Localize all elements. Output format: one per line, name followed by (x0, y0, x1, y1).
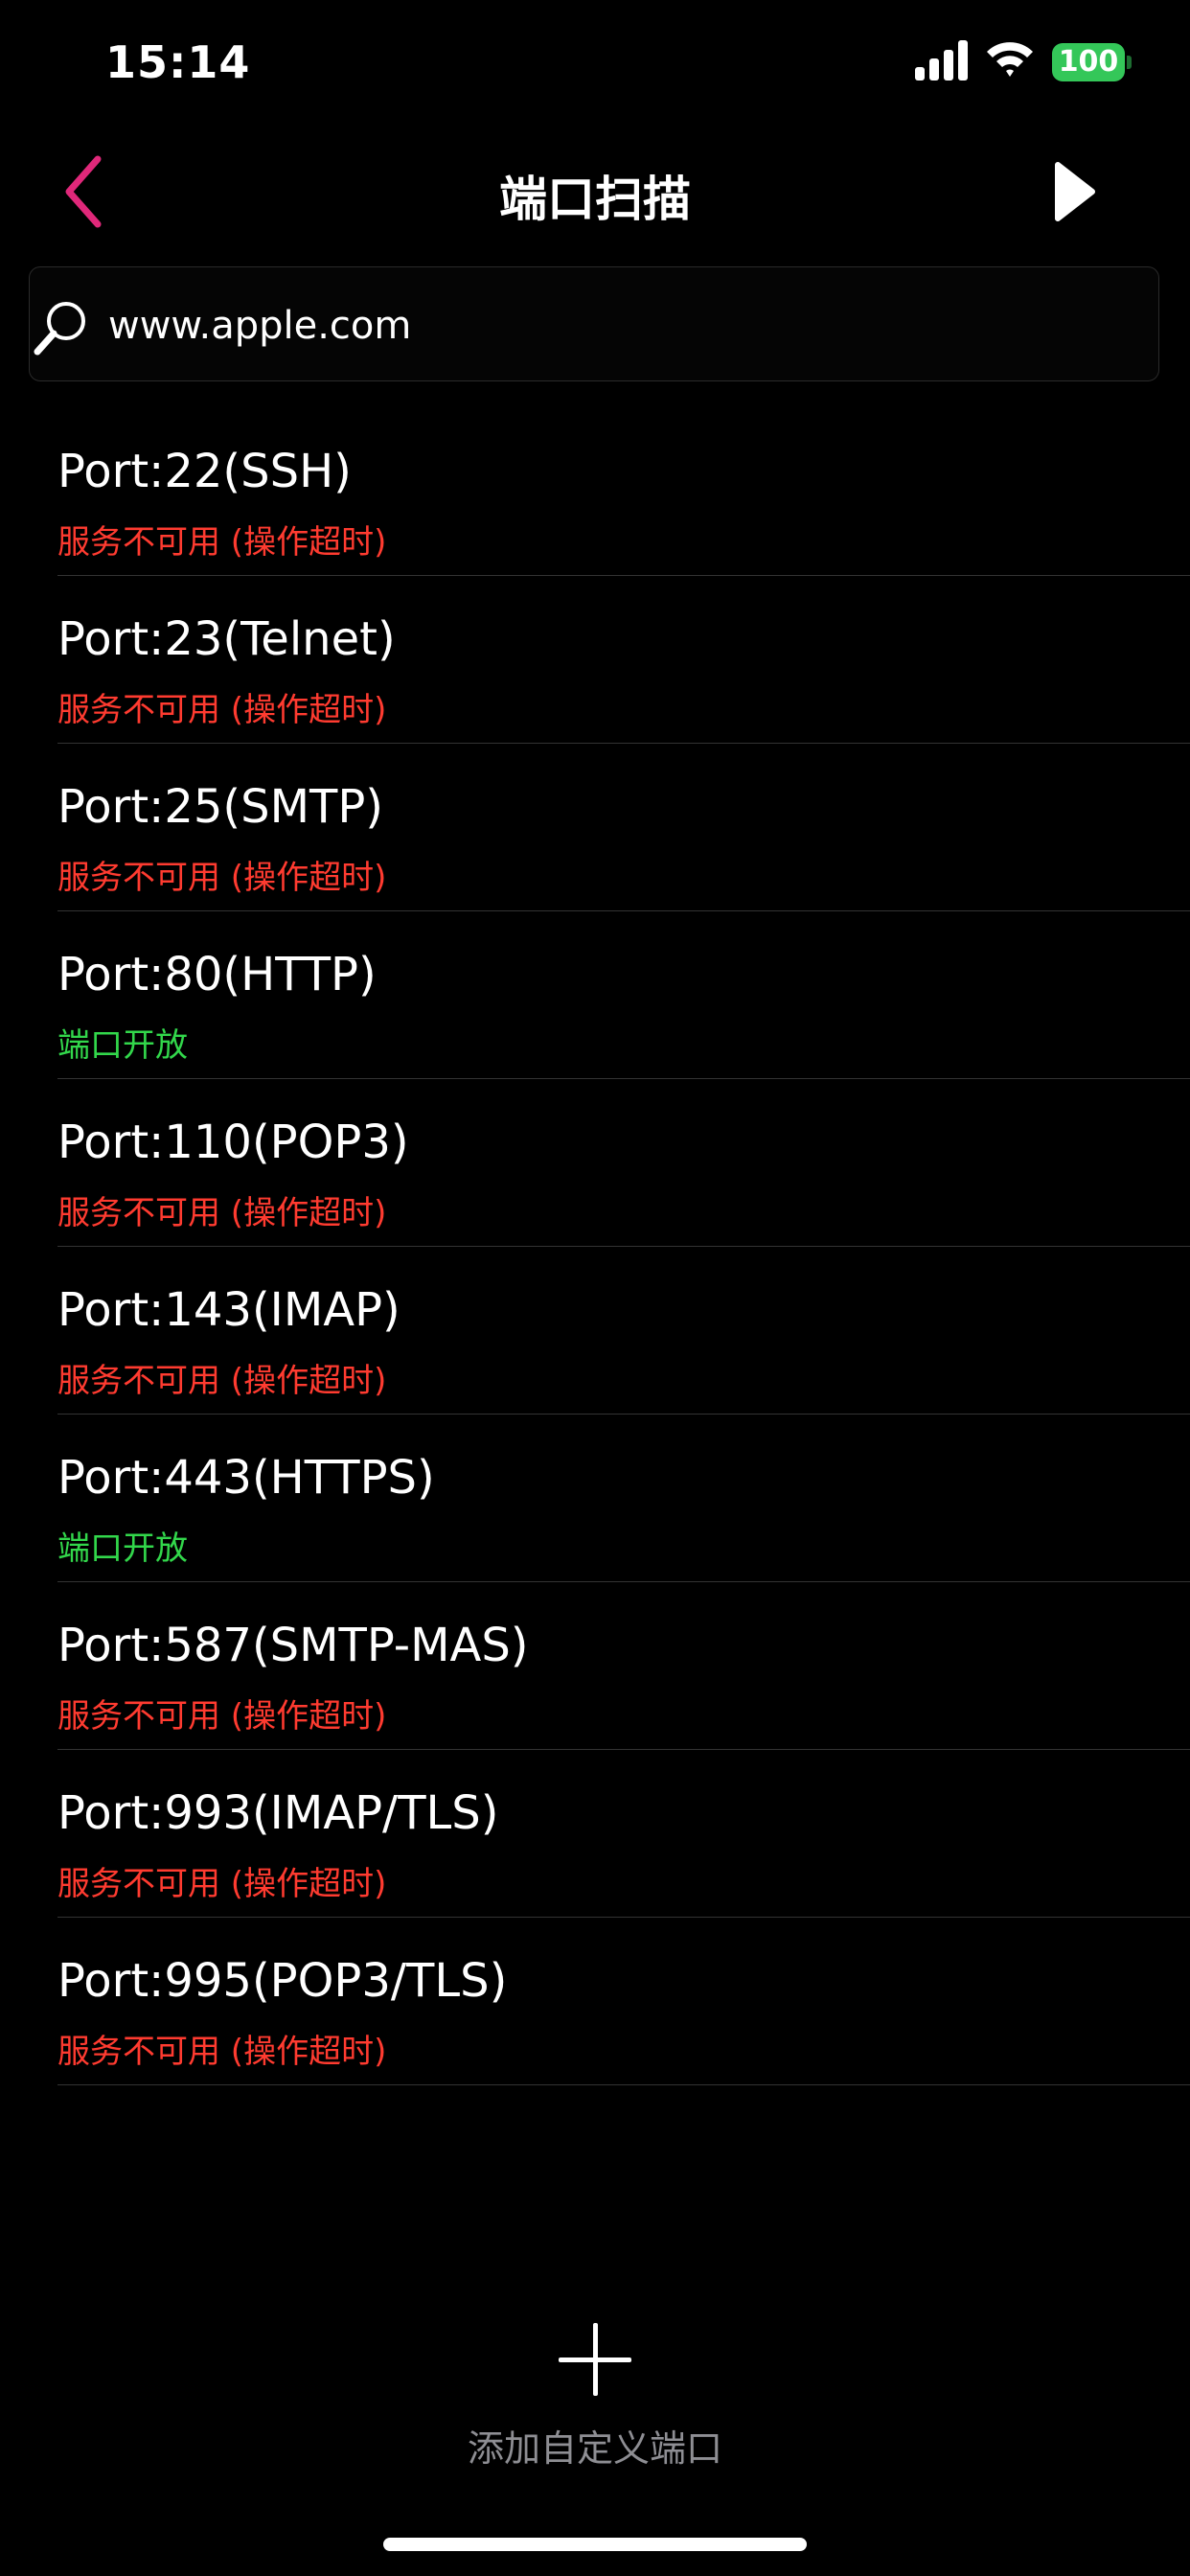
port-name: Port:22(SSH) (57, 445, 352, 498)
search-bar (29, 266, 1159, 381)
cellular-signal-icon (915, 40, 968, 80)
port-status: 服务不可用 (操作超时) (57, 1697, 387, 1736)
port-list: Port:22(SSH) 服务不可用 (操作超时) Port:23(Telnet) 服… (0, 408, 1190, 2085)
port-name: Port:443(HTTPS) (57, 1451, 435, 1505)
port-status: 服务不可用 (操作超时) (57, 2033, 387, 2071)
port-name: Port:23(Telnet) (57, 612, 396, 666)
play-icon[interactable] (1052, 159, 1098, 224)
home-indicator (383, 2538, 807, 2551)
search-icon (34, 302, 85, 356)
port-row[interactable]: Port:143(IMAP) 服务不可用 (操作超时) (57, 1247, 1190, 1414)
port-status: 服务不可用 (操作超时) (57, 691, 387, 729)
port-status: 服务不可用 (操作超时) (57, 1865, 387, 1903)
port-row[interactable]: Port:22(SSH) 服务不可用 (操作超时) (57, 408, 1190, 576)
add-custom-port-label: 添加自定义端口 (467, 2427, 722, 2470)
add-custom-port-button[interactable]: 添加自定义端口 (422, 2310, 768, 2472)
page-title: 端口扫描 (499, 172, 691, 227)
status-time: 15:14 (105, 36, 251, 88)
port-status: 服务不可用 (操作超时) (57, 1194, 387, 1232)
status-bar: 15:14 100 (0, 0, 1190, 125)
port-row[interactable]: Port:993(IMAP/TLS) 服务不可用 (操作超时) (57, 1750, 1190, 1918)
port-row[interactable]: Port:443(HTTPS) 端口开放 (57, 1414, 1190, 1582)
port-row[interactable]: Port:587(SMTP-MAS) 服务不可用 (操作超时) (57, 1582, 1190, 1750)
port-row[interactable]: Port:25(SMTP) 服务不可用 (操作超时) (57, 744, 1190, 911)
port-row[interactable]: Port:110(POP3) 服务不可用 (操作超时) (57, 1079, 1190, 1247)
plus-icon (559, 2323, 631, 2396)
battery-cap (1127, 56, 1132, 69)
port-status: 端口开放 (57, 1026, 188, 1065)
wifi-icon (987, 42, 1033, 77)
port-row[interactable]: Port:995(POP3/TLS) 服务不可用 (操作超时) (57, 1918, 1190, 2085)
battery-indicator: 100 (1052, 43, 1125, 81)
port-name: Port:993(IMAP/TLS) (57, 1786, 499, 1840)
port-name: Port:587(SMTP-MAS) (57, 1619, 529, 1672)
port-name: Port:143(IMAP) (57, 1283, 400, 1337)
port-status: 服务不可用 (操作超时) (57, 859, 387, 897)
port-status: 服务不可用 (操作超时) (57, 523, 387, 562)
host-input[interactable] (106, 285, 1145, 367)
port-status: 服务不可用 (操作超时) (57, 1362, 387, 1400)
port-name: Port:110(POP3) (57, 1116, 409, 1169)
port-row[interactable]: Port:23(Telnet) 服务不可用 (操作超时) (57, 576, 1190, 744)
port-name: Port:25(SMTP) (57, 780, 384, 834)
port-status: 端口开放 (57, 1530, 188, 1568)
port-name: Port:995(POP3/TLS) (57, 1954, 508, 2008)
port-name: Port:80(HTTP) (57, 948, 377, 1001)
port-row[interactable]: Port:80(HTTP) 端口开放 (57, 911, 1190, 1079)
